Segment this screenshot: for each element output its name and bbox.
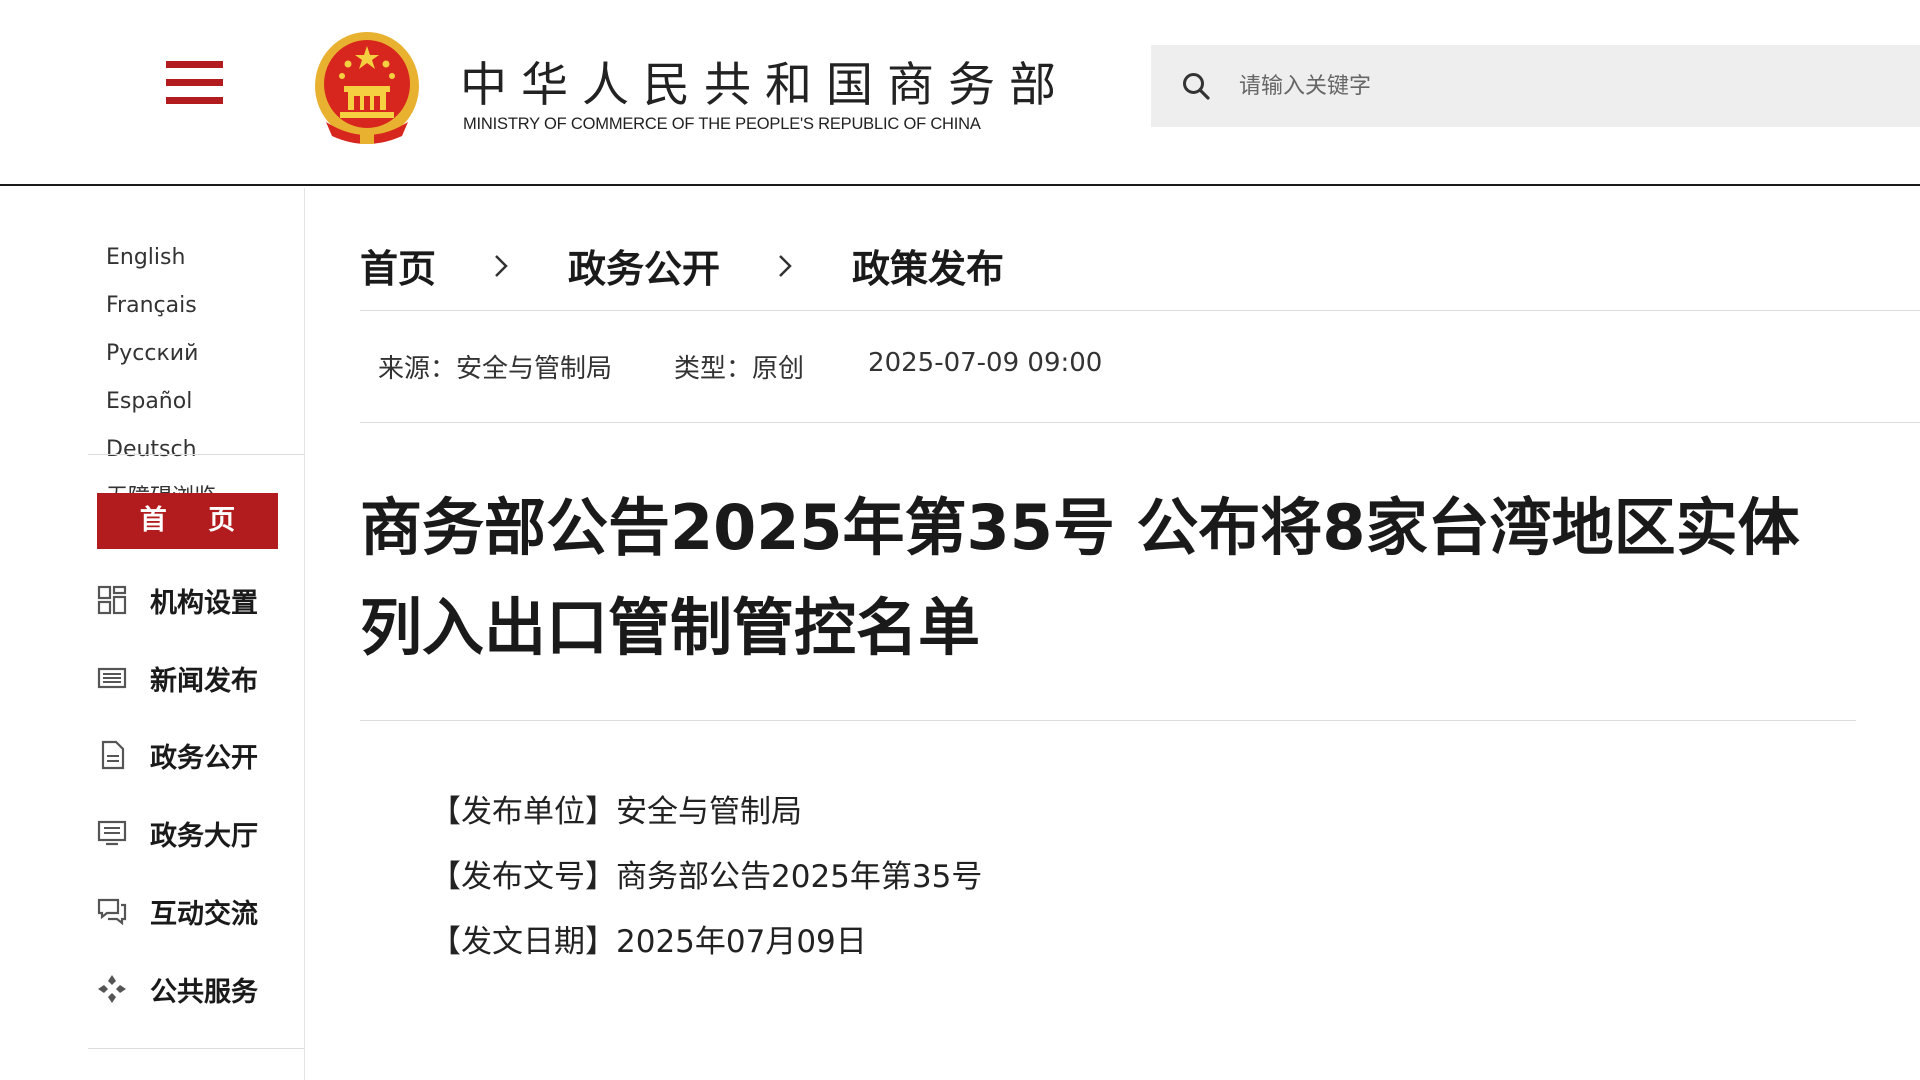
service-icon <box>98 975 126 1003</box>
nav-item-gov-affairs[interactable]: 政务公开 <box>96 733 258 777</box>
national-emblem-icon[interactable] <box>312 30 422 146</box>
chevron-right-icon <box>779 254 792 277</box>
monitor-icon <box>97 820 127 846</box>
nav-item-service-hall[interactable]: 政务大厅 <box>96 811 258 855</box>
article-title-line-2: 列入出口管制管控名单 <box>360 591 981 664</box>
breadcrumb-gov-affairs[interactable]: 政务公开 <box>568 238 720 293</box>
article-title: 商务部公告2025年第35号 公布将8家台湾地区实体 列入出口管制管控名单 <box>360 478 1890 678</box>
org-grid-icon <box>97 585 127 615</box>
lang-russian-link[interactable]: Русский <box>106 330 198 378</box>
breadcrumb-policy[interactable]: 政策发布 <box>852 238 1004 293</box>
nav-item-org[interactable]: 机构设置 <box>96 578 258 622</box>
nav-item-label: 政务公开 <box>150 742 258 774</box>
article-info: 【发布单位】安全与管制局 【发布文号】商务部公告2025年第35号 【发文日期】… <box>430 780 982 975</box>
lang-german-link[interactable]: Deutsch <box>106 426 197 474</box>
lang-english-link[interactable]: English <box>106 234 185 282</box>
search-icon[interactable] <box>1181 71 1211 101</box>
info-date: 【发文日期】2025年07月09日 <box>430 924 867 960</box>
article-title-line-1: 商务部公告2025年第35号 公布将8家台湾地区实体 <box>360 491 1800 564</box>
meta-divider <box>360 422 1920 423</box>
search-input[interactable] <box>1239 60 1839 112</box>
site-title-en[interactable]: MINISTRY OF COMMERCE OF THE PEOPLE'S REP… <box>463 115 981 134</box>
lang-french-link[interactable]: Français <box>106 282 197 330</box>
main-content: 首页 政务公开 政策发布 来源：安全与管制局 类型：原创 2025-07-09 … <box>306 188 1920 1080</box>
chat-icon <box>97 898 127 926</box>
sidebar-divider <box>88 1048 304 1049</box>
chevron-right-icon <box>495 254 508 277</box>
nav-item-news[interactable]: 新闻发布 <box>96 656 258 700</box>
nav-item-label: 公共服务 <box>150 976 258 1008</box>
article-meta: 来源：安全与管制局 类型：原创 2025-07-09 09:00 <box>378 348 1102 385</box>
nav-item-public-service[interactable]: 公共服务 <box>96 967 258 1011</box>
site-title-cn[interactable]: 中华人民共和国商务部 <box>460 46 1070 115</box>
breadcrumb-divider <box>360 310 1920 311</box>
nav-item-interaction[interactable]: 互动交流 <box>96 889 258 933</box>
info-publisher: 【发布单位】安全与管制局 <box>430 794 802 830</box>
news-icon <box>97 667 127 689</box>
nav-item-label: 机构设置 <box>150 587 258 619</box>
breadcrumb: 首页 政务公开 政策发布 <box>360 238 1004 293</box>
nav-item-label: 政务大厅 <box>150 820 258 852</box>
sidebar: English Français Русский Español Deutsch… <box>0 188 305 1080</box>
menu-hamburger-icon[interactable] <box>166 61 223 105</box>
site-header: 中华人民共和国商务部 MINISTRY OF COMMERCE OF THE P… <box>0 0 1920 186</box>
nav-item-label: 新闻发布 <box>150 665 258 697</box>
document-icon <box>101 740 125 770</box>
meta-type: 类型：原创 <box>674 354 805 384</box>
lang-spanish-link[interactable]: Español <box>106 378 192 426</box>
meta-datetime: 2025-07-09 09:00 <box>868 348 1103 378</box>
search-box[interactable] <box>1151 45 1920 127</box>
info-doc-number: 【发布文号】商务部公告2025年第35号 <box>430 859 983 895</box>
title-divider <box>360 720 1856 721</box>
meta-source: 来源：安全与管制局 <box>378 354 613 384</box>
nav-item-label: 互动交流 <box>150 898 258 930</box>
sidebar-divider <box>88 454 304 455</box>
nav-home-button[interactable]: 首 页 <box>97 493 278 549</box>
language-links: English Français Русский Español Deutsch… <box>106 234 304 522</box>
breadcrumb-home[interactable]: 首页 <box>360 238 436 293</box>
